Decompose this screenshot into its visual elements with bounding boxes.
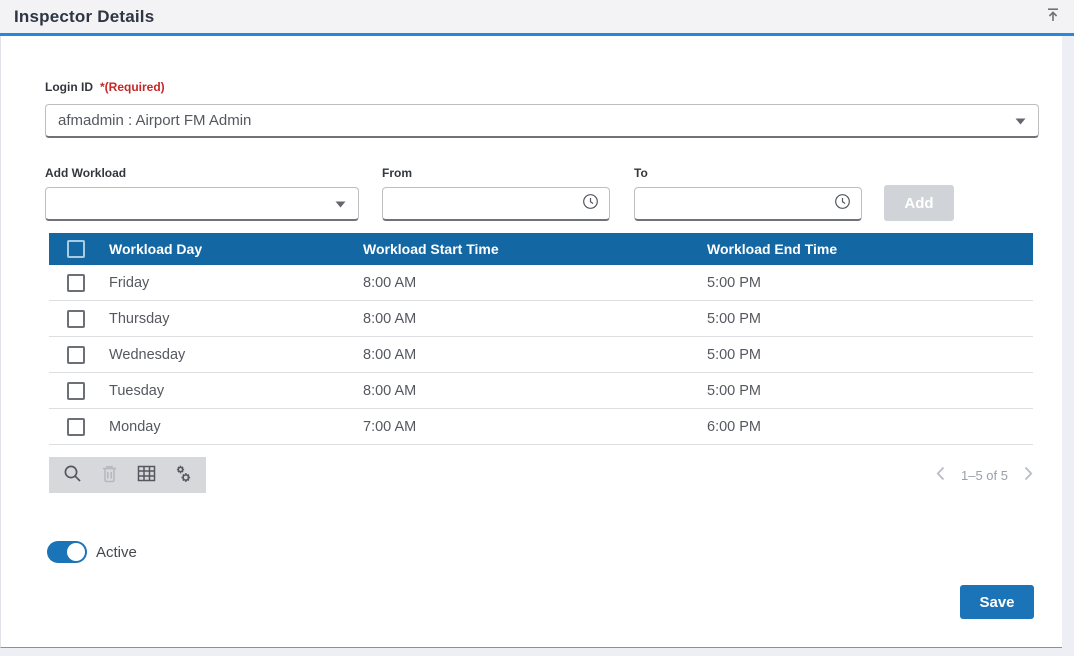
workload-day-cell: Monday (109, 419, 363, 435)
row-checkbox[interactable] (67, 418, 85, 436)
to-time-field (634, 187, 862, 221)
add-workload-label: Add Workload (45, 166, 359, 180)
save-button[interactable]: Save (960, 585, 1034, 619)
workload-end-cell: 5:00 PM (707, 383, 1033, 399)
row-checkbox[interactable] (67, 274, 85, 292)
row-checkbox[interactable] (67, 310, 85, 328)
active-toggle-label: Active (96, 544, 137, 561)
pagination: 1–5 of 5 (936, 466, 1033, 484)
workload-table: Workload Day Workload Start Time Workloa… (49, 233, 1033, 445)
workload-day-cell: Tuesday (109, 383, 363, 399)
add-button[interactable]: Add (884, 185, 954, 221)
login-id-label-row: Login ID *(Required) (45, 78, 1038, 96)
workload-end-cell: 5:00 PM (707, 311, 1033, 327)
table-row[interactable]: Wednesday 8:00 AM 5:00 PM (49, 337, 1033, 373)
pagination-range-label: 1–5 of 5 (961, 468, 1008, 483)
column-header-workload-start-time: Workload Start Time (363, 241, 707, 257)
settings-button[interactable] (169, 461, 197, 489)
workload-end-cell: 5:00 PM (707, 275, 1033, 291)
table-row[interactable]: Tuesday 8:00 AM 5:00 PM (49, 373, 1033, 409)
titlebar: Inspector Details (0, 0, 1074, 36)
gears-icon (173, 464, 193, 487)
trash-icon (101, 464, 118, 486)
previous-page-button[interactable] (936, 466, 945, 484)
chevron-right-icon (1024, 466, 1033, 484)
column-header-workload-end-time: Workload End Time (707, 241, 1033, 257)
table-toolbar (49, 457, 206, 493)
table-footer: 1–5 of 5 (49, 457, 1033, 493)
chevron-down-icon (335, 195, 346, 212)
workload-start-cell: 7:00 AM (363, 419, 707, 435)
login-id-select[interactable]: afmadmin : Airport FM Admin (45, 104, 1039, 138)
workload-end-cell: 6:00 PM (707, 419, 1033, 435)
table-header-row: Workload Day Workload Start Time Workloa… (49, 233, 1033, 265)
from-time-field (382, 187, 610, 221)
login-id-label: Login ID (45, 80, 93, 94)
table-row[interactable]: Thursday 8:00 AM 5:00 PM (49, 301, 1033, 337)
from-time-input[interactable] (393, 195, 582, 212)
active-toggle[interactable] (47, 541, 87, 563)
to-label: To (634, 166, 862, 180)
workload-day-cell: Thursday (109, 311, 363, 327)
clock-icon[interactable] (834, 193, 851, 215)
add-workload-select[interactable] (45, 187, 359, 221)
workload-start-cell: 8:00 AM (363, 347, 707, 363)
collapse-up-icon (1045, 7, 1061, 26)
page-title: Inspector Details (14, 7, 154, 27)
table-row[interactable]: Friday 8:00 AM 5:00 PM (49, 265, 1033, 301)
search-icon (63, 464, 82, 486)
workload-day-cell: Wednesday (109, 347, 363, 363)
column-header-workload-day: Workload Day (109, 241, 363, 257)
from-label: From (382, 166, 610, 180)
workload-start-cell: 8:00 AM (363, 275, 707, 291)
active-toggle-row: Active (47, 541, 1038, 563)
chevron-left-icon (936, 466, 945, 484)
select-all-checkbox[interactable] (67, 240, 85, 258)
inspector-details-panel: Login ID *(Required) afmadmin : Airport F… (0, 36, 1062, 648)
workload-start-cell: 8:00 AM (363, 383, 707, 399)
row-checkbox[interactable] (67, 382, 85, 400)
login-id-value: afmadmin : Airport FM Admin (58, 112, 251, 129)
row-checkbox[interactable] (67, 346, 85, 364)
table-icon (137, 465, 156, 485)
to-time-input[interactable] (645, 195, 834, 212)
workload-day-cell: Friday (109, 275, 363, 291)
workload-end-cell: 5:00 PM (707, 347, 1033, 363)
required-note: *(Required) (100, 80, 165, 94)
delete-button[interactable] (95, 461, 123, 489)
toggle-knob (67, 543, 85, 561)
clock-icon[interactable] (582, 193, 599, 215)
search-button[interactable] (58, 461, 86, 489)
next-page-button[interactable] (1024, 466, 1033, 484)
workload-start-cell: 8:00 AM (363, 311, 707, 327)
table-row[interactable]: Monday 7:00 AM 6:00 PM (49, 409, 1033, 445)
table-columns-button[interactable] (132, 461, 160, 489)
chevron-down-icon (1015, 112, 1026, 129)
collapse-panel-button[interactable] (1042, 6, 1064, 28)
add-workload-row: Add Workload From (45, 166, 1038, 221)
